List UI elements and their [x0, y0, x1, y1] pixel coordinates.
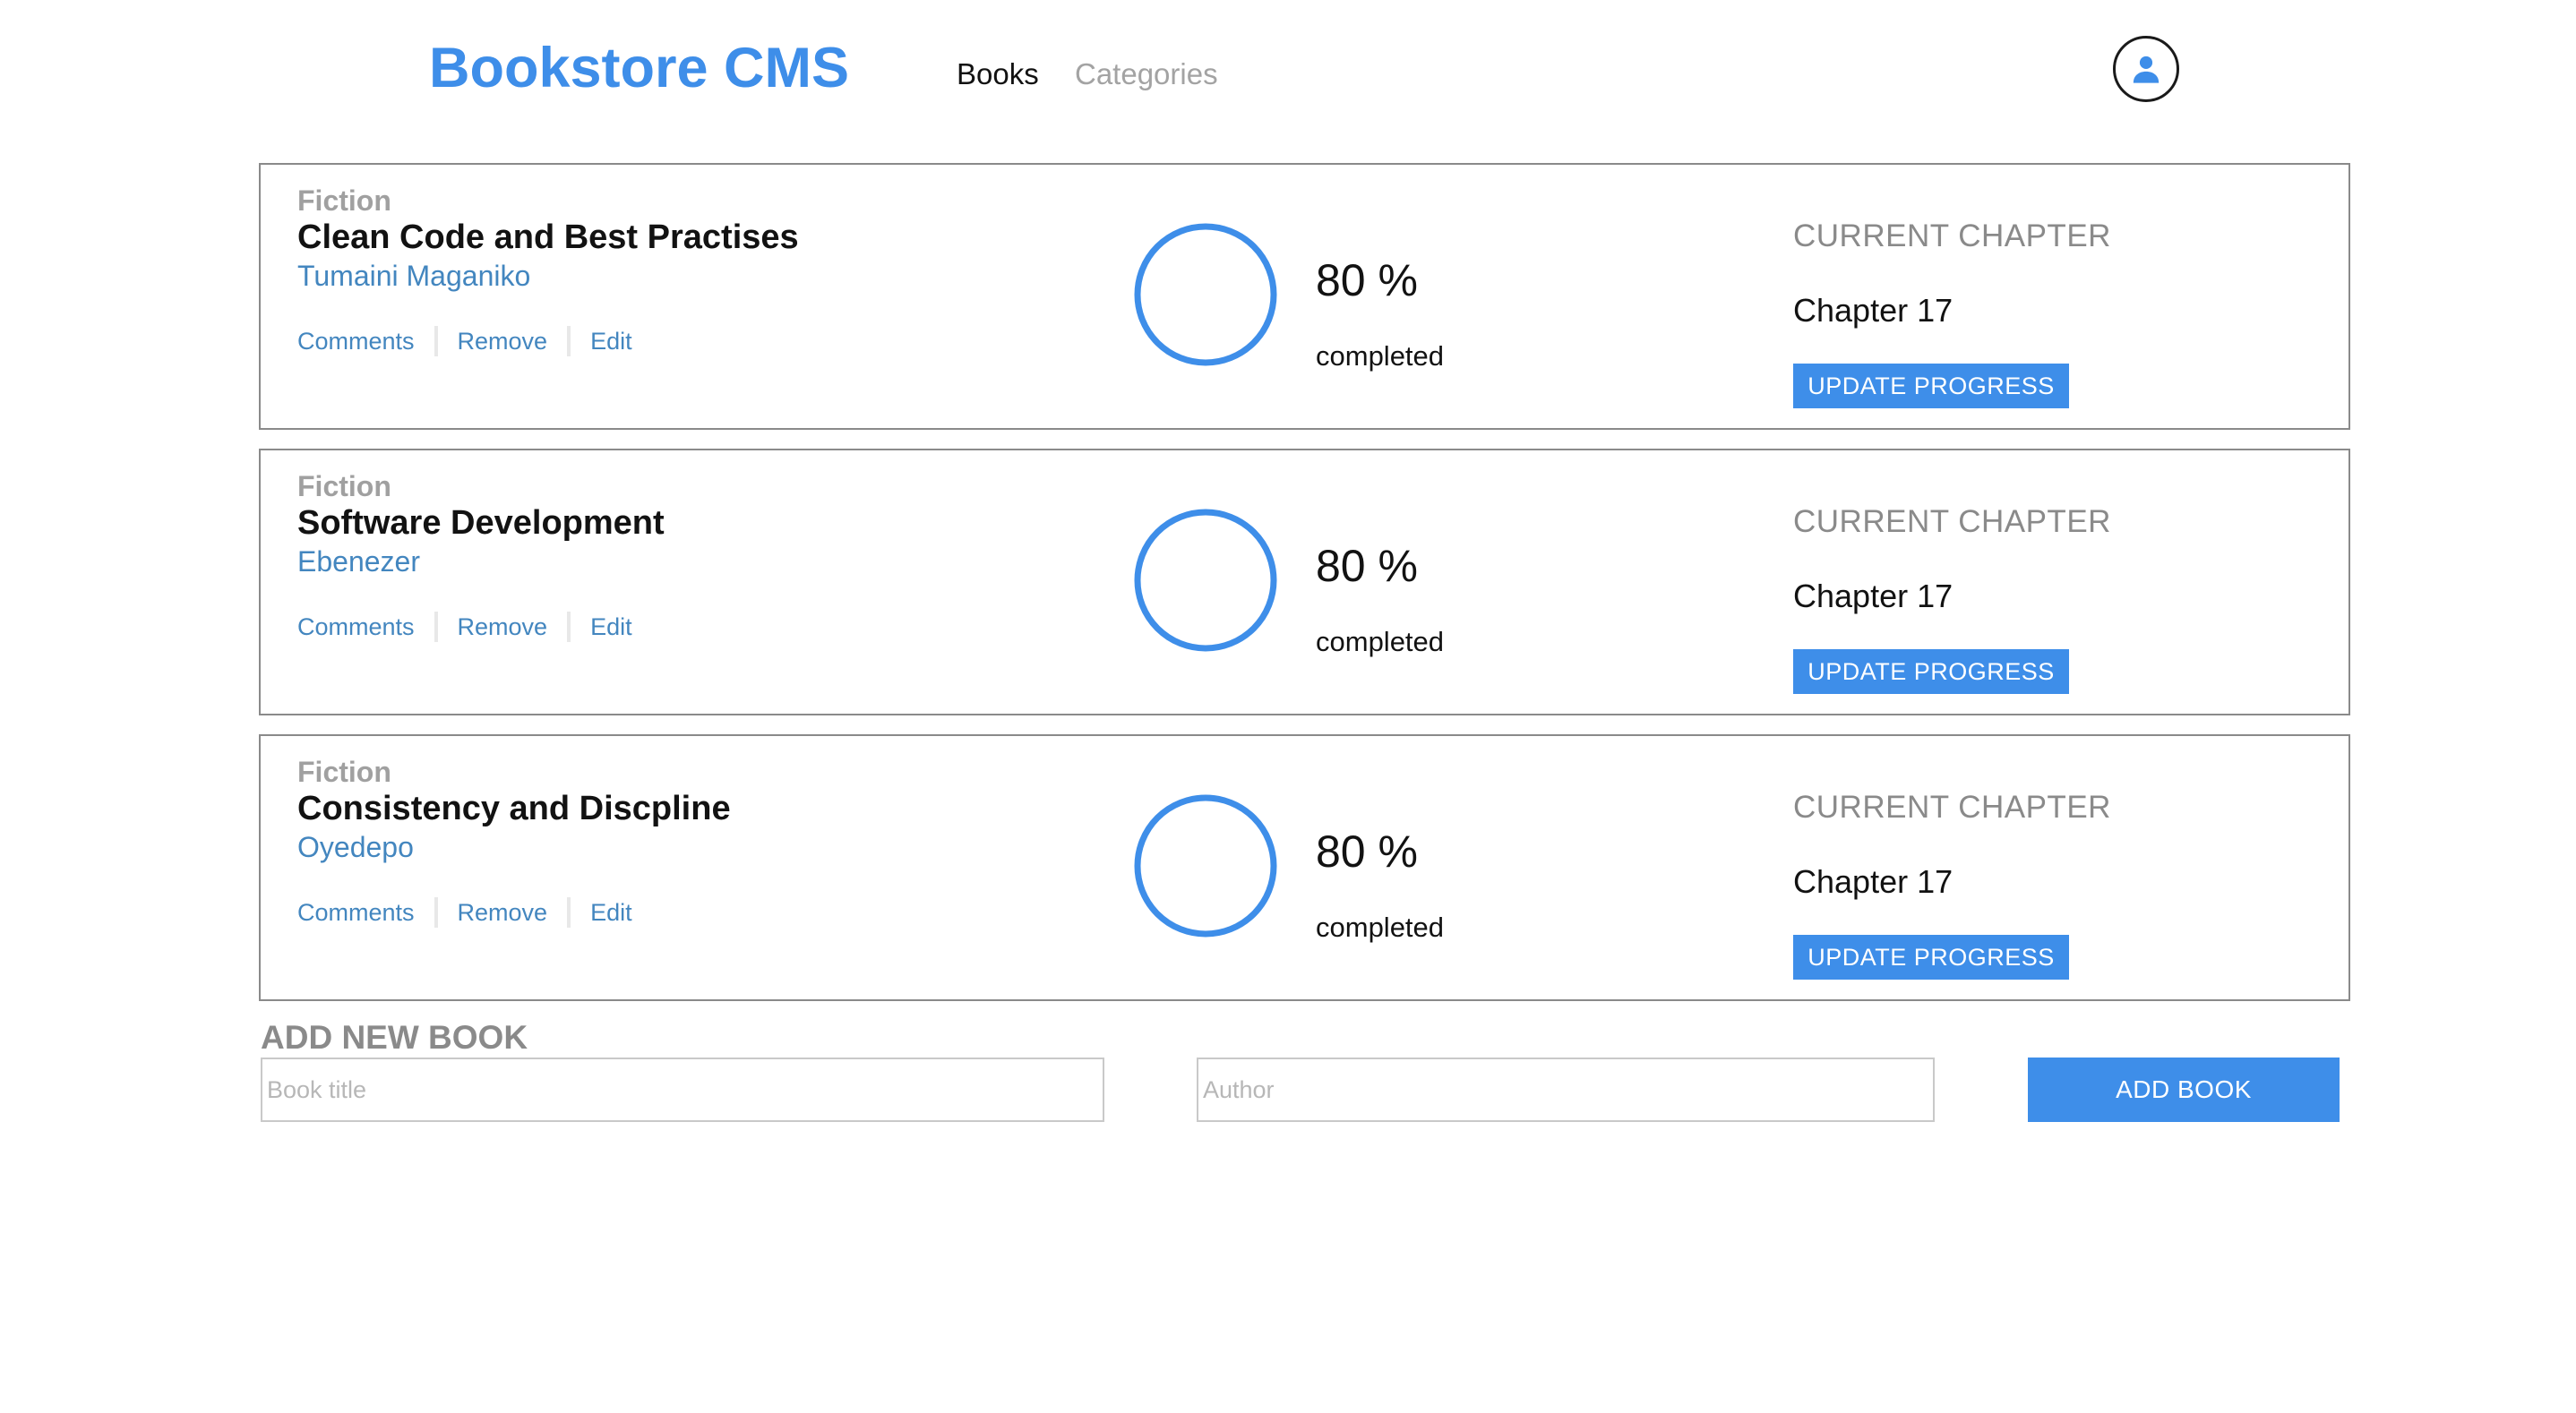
add-book-heading: ADD NEW BOOK: [261, 1019, 528, 1056]
action-divider: [434, 897, 438, 928]
book-author: Oyedepo: [297, 831, 414, 863]
action-divider: [567, 612, 571, 642]
update-progress-button[interactable]: UPDATE PROGRESS: [1793, 649, 2069, 694]
book-actions: Comments Remove Edit: [297, 326, 632, 356]
book-card: Fiction Software Development Ebenezer Co…: [259, 449, 2350, 715]
progress-ring: [1134, 794, 1277, 938]
nav-categories[interactable]: Categories: [1075, 57, 1218, 91]
edit-button[interactable]: Edit: [590, 613, 632, 641]
book-genre: Fiction: [297, 756, 391, 788]
current-chapter-label: CURRENT CHAPTER: [1793, 218, 2111, 253]
current-chapter-value: Chapter 17: [1793, 292, 1953, 329]
nav-books[interactable]: Books: [957, 57, 1039, 91]
action-divider: [434, 612, 438, 642]
update-progress-button[interactable]: UPDATE PROGRESS: [1793, 935, 2069, 980]
book-actions: Comments Remove Edit: [297, 612, 632, 642]
current-chapter-label: CURRENT CHAPTER: [1793, 504, 2111, 539]
progress-percent: 80 %: [1316, 826, 1418, 877]
edit-button[interactable]: Edit: [590, 328, 632, 355]
current-chapter-value: Chapter 17: [1793, 578, 1953, 614]
comments-button[interactable]: Comments: [297, 328, 415, 355]
current-chapter-value: Chapter 17: [1793, 863, 1953, 900]
book-actions: Comments Remove Edit: [297, 897, 632, 928]
book-genre: Fiction: [297, 470, 391, 502]
progress-percent: 80 %: [1316, 255, 1418, 305]
action-divider: [434, 326, 438, 356]
user-icon: [2133, 56, 2160, 83]
comments-button[interactable]: Comments: [297, 899, 415, 927]
current-chapter-label: CURRENT CHAPTER: [1793, 790, 2111, 825]
book-title-input[interactable]: [261, 1058, 1104, 1122]
remove-button[interactable]: Remove: [458, 328, 548, 355]
edit-button[interactable]: Edit: [590, 899, 632, 927]
action-divider: [567, 326, 571, 356]
book-title: Clean Code and Best Practises: [297, 218, 799, 256]
book-card: Fiction Clean Code and Best Practises Tu…: [259, 163, 2350, 430]
progress-ring: [1134, 509, 1277, 652]
update-progress-button[interactable]: UPDATE PROGRESS: [1793, 364, 2069, 408]
comments-button[interactable]: Comments: [297, 613, 415, 641]
author-input[interactable]: [1197, 1058, 1935, 1122]
remove-button[interactable]: Remove: [458, 613, 548, 641]
book-genre: Fiction: [297, 184, 391, 217]
progress-label: completed: [1316, 912, 1445, 943]
progress-label: completed: [1316, 626, 1445, 657]
progress-ring: [1134, 223, 1277, 366]
book-author: Tumaini Maganiko: [297, 260, 531, 292]
user-avatar-button[interactable]: [2113, 36, 2179, 102]
book-title: Software Development: [297, 504, 665, 542]
progress-label: completed: [1316, 340, 1445, 372]
book-author: Ebenezer: [297, 545, 420, 578]
add-book-button[interactable]: ADD BOOK: [2028, 1058, 2340, 1122]
progress-percent: 80 %: [1316, 541, 1418, 591]
remove-button[interactable]: Remove: [458, 899, 548, 927]
action-divider: [567, 897, 571, 928]
app-logo[interactable]: Bookstore CMS: [429, 36, 849, 100]
book-card: Fiction Consistency and Discpline Oyedep…: [259, 734, 2350, 1001]
header: Bookstore CMS Books Categories: [0, 0, 2576, 152]
book-title: Consistency and Discpline: [297, 790, 731, 827]
